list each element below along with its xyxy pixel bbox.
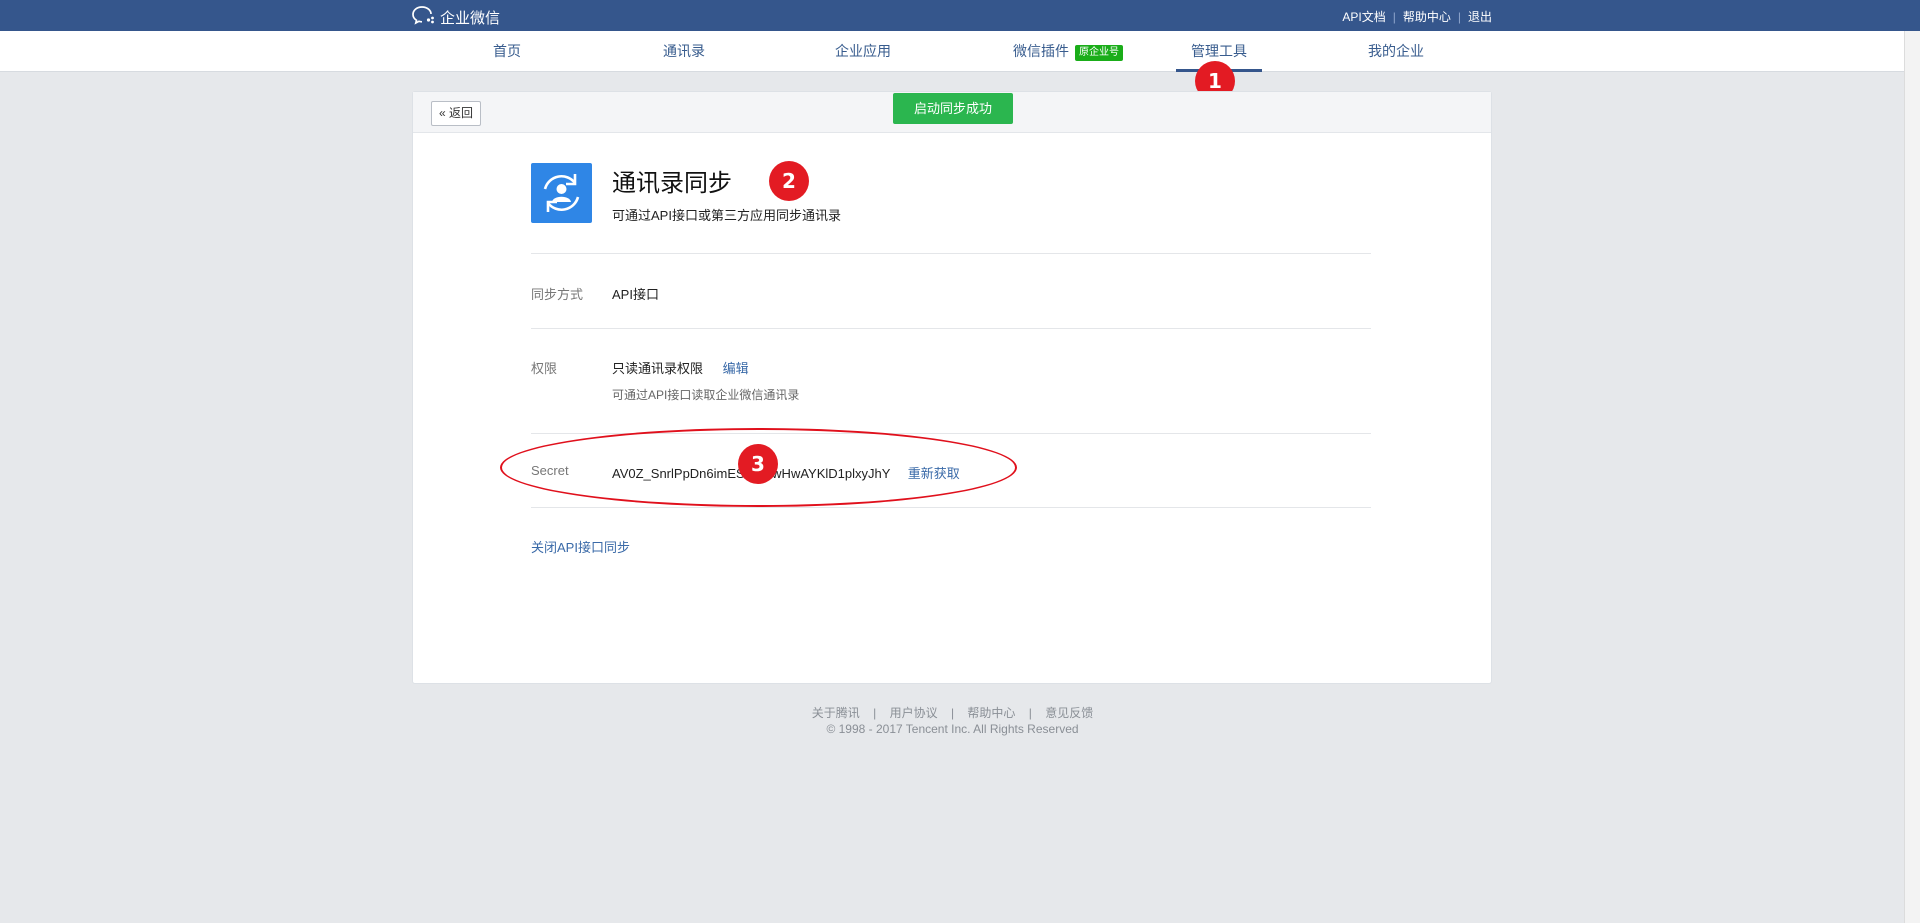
- permission-label: 权限: [531, 361, 558, 376]
- separator: |: [1392, 9, 1396, 24]
- annotation-marker-2: 2: [769, 161, 809, 201]
- nav-home[interactable]: 首页: [493, 31, 521, 72]
- brand-name: 企业微信: [440, 9, 501, 27]
- sync-mode-value: API接口: [612, 287, 659, 302]
- sync-mode-label: 同步方式: [531, 287, 584, 302]
- help-center-link[interactable]: 帮助中心: [1403, 8, 1451, 25]
- edit-permission-link[interactable]: 编辑: [723, 361, 749, 376]
- back-button[interactable]: « 返回: [431, 101, 482, 126]
- api-docs-link[interactable]: API文档: [1342, 8, 1385, 25]
- separator: |: [1028, 706, 1032, 720]
- footer-feedback-link[interactable]: 意见反馈: [1045, 706, 1093, 720]
- content-panel: « 返回 启动同步成功 通讯录同步 可通过API接口或第三方应用同步通讯录 同步…: [412, 91, 1492, 684]
- footer-help-link[interactable]: 帮助中心: [967, 706, 1015, 720]
- close-api-sync-link[interactable]: 关闭API接口同步: [531, 537, 630, 556]
- copyright-text: © 1998 - 2017 Tencent Inc. All Rights Re…: [826, 722, 1079, 736]
- brand-logo[interactable]: 企业微信: [412, 5, 500, 29]
- separator: |: [873, 706, 877, 720]
- separator: |: [1457, 9, 1461, 24]
- nav-my-enterprise[interactable]: 我的企业: [1368, 31, 1424, 72]
- top-links: API文档 | 帮助中心 | 退出: [1342, 8, 1492, 25]
- page-scrollbar[interactable]: [1904, 31, 1920, 923]
- main-nav: 首页 通讯录 企业应用 微信插件 原企业号 管理工具 我的企业: [0, 31, 1920, 72]
- footer-terms-link[interactable]: 用户协议: [890, 706, 938, 720]
- chat-bubbles-icon: [412, 5, 440, 29]
- divider: [531, 507, 1371, 508]
- divider: [531, 328, 1371, 329]
- page-title: 通讯录同步: [612, 170, 732, 197]
- divider: [531, 253, 1371, 254]
- nav-contacts[interactable]: 通讯录: [663, 31, 705, 72]
- footer-links: 关于腾讯 | 用户协议 | 帮助中心 | 意见反馈: [0, 704, 1905, 721]
- annotation-marker-3: 3: [738, 444, 778, 484]
- top-bar: 企业微信 API文档 | 帮助中心 | 退出: [0, 0, 1920, 31]
- success-toast: 启动同步成功: [893, 93, 1013, 124]
- sync-contacts-icon: [531, 163, 592, 223]
- permission-note: 可通过API接口读取企业微信通讯录: [612, 388, 800, 402]
- logout-link[interactable]: 退出: [1468, 8, 1492, 25]
- permission-value: 只读通讯录权限 编辑: [612, 361, 749, 376]
- double-chevron-left-icon: «: [439, 106, 446, 120]
- nav-wechat-plugin[interactable]: 微信插件 原企业号: [1013, 31, 1123, 72]
- nav-enterprise-apps[interactable]: 企业应用: [835, 31, 891, 72]
- legacy-account-badge: 原企业号: [1075, 45, 1123, 61]
- separator: |: [950, 706, 955, 720]
- footer-about-link[interactable]: 关于腾讯: [812, 706, 860, 720]
- page-description: 可通过API接口或第三方应用同步通讯录: [612, 208, 841, 223]
